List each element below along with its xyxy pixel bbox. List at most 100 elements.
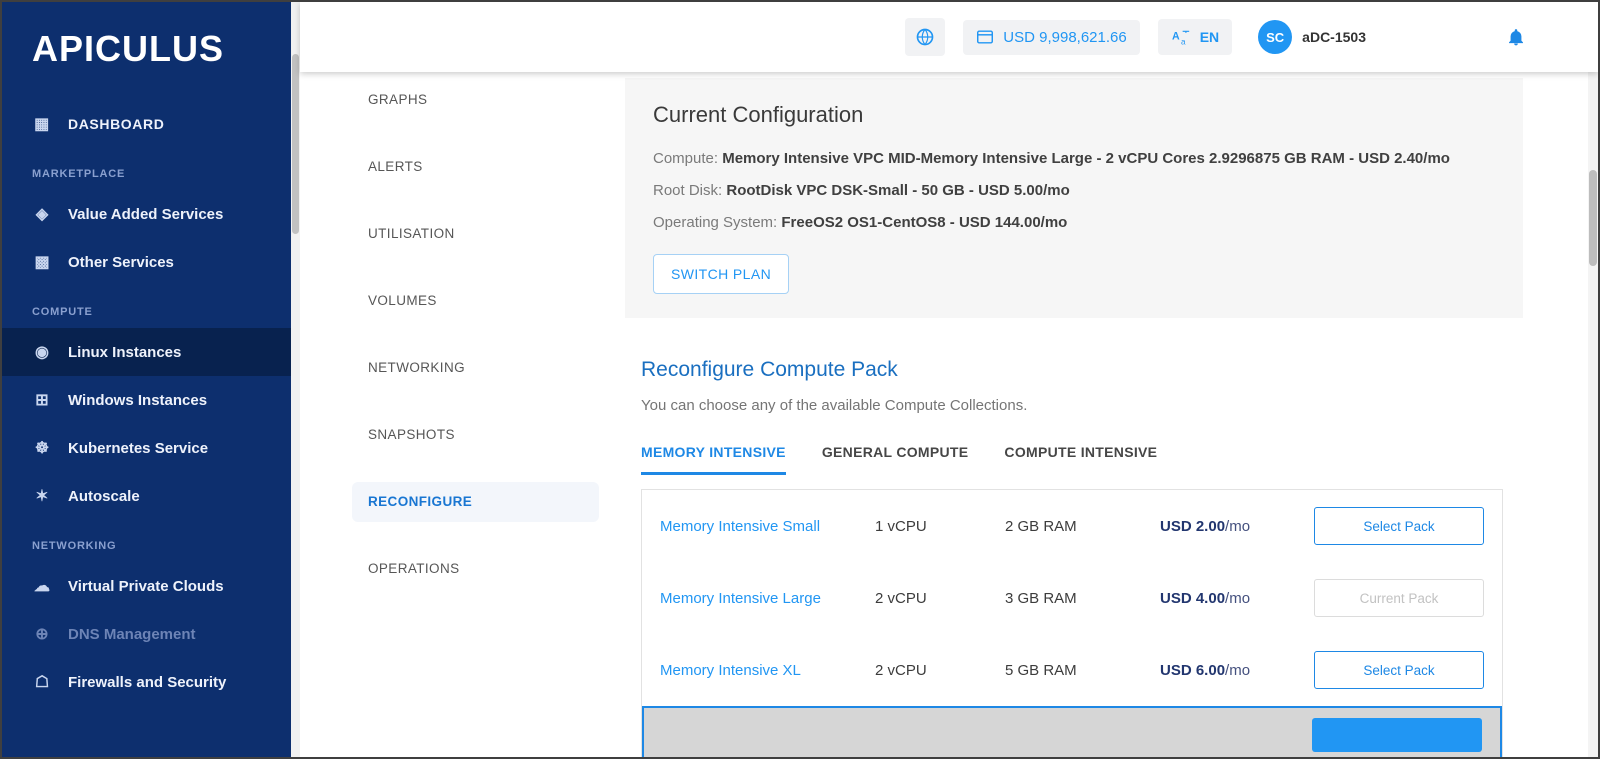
sidebar-item-autoscale[interactable]: ✶ Autoscale — [2, 472, 291, 520]
table-row: Memory Intensive Small 1 vCPU 2 GB RAM U… — [642, 490, 1502, 562]
sidebar-item-value-added-services[interactable]: ◈ Value Added Services — [2, 190, 291, 238]
current-configuration-panel: Current Configuration Compute: Memory In… — [625, 78, 1523, 318]
os-label: Operating System: — [653, 214, 782, 231]
bell-icon — [1509, 29, 1523, 46]
balance-button[interactable]: USD 9,998,621.66 — [963, 19, 1140, 55]
pack-price: USD 2.00/mo — [1160, 517, 1251, 535]
support-globe-button[interactable] — [905, 18, 946, 56]
pack-name-link[interactable]: Memory Intensive XL — [660, 662, 875, 679]
os-config-row: Operating System: FreeOS2 OS1-CentOS8 - … — [653, 214, 1495, 231]
sidebar-item-label: DASHBOARD — [68, 116, 165, 132]
subnav-item-reconfigure[interactable]: RECONFIGURE — [352, 482, 599, 522]
autoscale-icon: ✶ — [35, 488, 49, 505]
svg-text:a: a — [1181, 37, 1186, 46]
sidebar-item-label: Firewalls and Security — [68, 673, 227, 691]
other-services-icon: ▩ — [34, 254, 50, 271]
linux-instances-icon: ◉ — [35, 344, 49, 361]
sidebar-item-firewalls-and-security[interactable]: ☖ Firewalls and Security — [2, 658, 291, 706]
select-pack-button[interactable]: Select Pack — [1314, 507, 1484, 545]
sidebar-item-dashboard[interactable]: ▦ DASHBOARD — [2, 100, 291, 148]
reconfigure-subtitle: You can choose any of the available Comp… — [641, 397, 1028, 414]
subnav-item-networking[interactable]: NETWORKING — [352, 348, 599, 388]
pack-ram: 5 GB RAM — [1005, 661, 1077, 679]
os-value: FreeOS2 OS1-CentOS8 - USD 144.00/mo — [781, 214, 1068, 231]
pack-cpu: 1 vCPU — [875, 517, 927, 535]
account-balance: USD 9,998,621.66 — [1003, 28, 1127, 46]
pack-cpu: 2 vCPU — [875, 661, 927, 679]
sidebar-section-compute: COMPUTE — [32, 306, 93, 318]
sidebar-item-kubernetes-service[interactable]: ☸ Kubernetes Service — [2, 424, 291, 472]
language-button[interactable]: A a EN — [1157, 19, 1233, 55]
subnav-item-utilisation[interactable]: UTILISATION — [352, 214, 599, 254]
root-disk-label: Root Disk: — [653, 182, 727, 199]
value-added-services-icon: ◈ — [35, 206, 49, 223]
sidebar-section-marketplace: MARKETPLACE — [32, 168, 126, 180]
pack-price: USD 6.00/mo — [1160, 661, 1251, 679]
sidebar-item-label: Other Services — [68, 253, 174, 271]
pack-ram: 2 GB RAM — [1005, 517, 1077, 535]
root-disk-value: RootDisk VPC DSK-Small - 50 GB - USD 5.0… — [726, 182, 1070, 199]
avatar: SC — [1258, 20, 1293, 54]
sidebar-item-label: Linux Instances — [68, 343, 182, 361]
inner-scrollbar-thumb[interactable] — [292, 54, 299, 234]
compute-pack-table: Memory Intensive Small 1 vCPU 2 GB RAM U… — [641, 489, 1503, 757]
pack-price-per: /mo — [1225, 589, 1251, 607]
sidebar-item-label: Autoscale — [68, 487, 140, 505]
dns-icon: ⊕ — [35, 626, 49, 643]
sidebar-item-label: DNS Management — [68, 625, 196, 643]
account-name: aDC-1503 — [1302, 29, 1366, 45]
select-pack-button[interactable]: Select Pack — [1314, 651, 1484, 689]
tab-memory-intensive[interactable]: MEMORY INTENSIVE — [641, 444, 786, 475]
profile-menu[interactable]: SC aDC-1503 — [1258, 20, 1366, 54]
sidebar-item-label: Value Added Services — [68, 205, 224, 223]
current-configuration-title: Current Configuration — [653, 102, 864, 127]
reconfigure-page: Current Configuration Compute: Memory In… — [600, 72, 1598, 757]
reconfigure-title: Reconfigure Compute Pack — [641, 358, 898, 381]
sidebar-item-label: Windows Instances — [68, 391, 208, 409]
sidebar-section-networking: NETWORKING — [32, 540, 117, 552]
subnav-item-alerts[interactable]: ALERTS — [352, 147, 599, 187]
pack-name-link[interactable]: Memory Intensive Small — [660, 518, 875, 535]
pack-price-per: /mo — [1225, 517, 1251, 535]
globe-icon — [916, 28, 934, 46]
sidebar-item-virtual-private-clouds[interactable]: ☁ Virtual Private Clouds — [2, 562, 291, 610]
page-scrollbar[interactable] — [1588, 72, 1598, 757]
pack-ram: 3 GB RAM — [1005, 589, 1077, 607]
app-window: APICULUS ▦ DASHBOARD MARKETPLACE ◈ Value… — [0, 0, 1600, 759]
content: GRAPHS ALERTS UTILISATION VOLUMES NETWOR… — [300, 72, 1598, 757]
tab-compute-intensive[interactable]: COMPUTE INTENSIVE — [1004, 444, 1157, 475]
main-area: USD 9,998,621.66 A a EN SC aDC-1503 GRAP… — [300, 2, 1598, 757]
table-row-partial-selected[interactable] — [642, 706, 1502, 757]
table-row: Memory Intensive Large 2 vCPU 3 GB RAM U… — [642, 562, 1502, 634]
sidebar-item-dns-management[interactable]: ⊕ DNS Management — [2, 610, 291, 658]
subnav-item-graphs[interactable]: GRAPHS — [352, 80, 599, 120]
inner-scrollbar[interactable] — [291, 2, 300, 757]
vpc-icon: ☁ — [34, 578, 50, 595]
sidebar-item-linux-instances[interactable]: ◉ Linux Instances — [2, 328, 291, 376]
pack-price-per: /mo — [1225, 661, 1251, 679]
shield-icon: ☖ — [34, 674, 50, 691]
compute-label: Compute: — [653, 150, 723, 167]
sidebar-item-label: Kubernetes Service — [68, 439, 209, 457]
compute-value: Memory Intensive VPC MID-Memory Intensiv… — [722, 150, 1450, 167]
sidebar-item-windows-instances[interactable]: ⊞ Windows Instances — [2, 376, 291, 424]
subnav-item-volumes[interactable]: VOLUMES — [352, 281, 599, 321]
pack-price: USD 4.00/mo — [1160, 589, 1251, 607]
wallet-icon — [977, 30, 994, 44]
switch-plan-button[interactable]: SWITCH PLAN — [653, 254, 790, 294]
translate-icon: A a — [1172, 30, 1189, 46]
kubernetes-icon: ☸ — [34, 440, 50, 457]
subnav-item-operations[interactable]: OPERATIONS — [352, 549, 599, 589]
subnav-item-snapshots[interactable]: SNAPSHOTS — [352, 415, 599, 455]
notifications-button[interactable] — [1506, 26, 1526, 48]
pack-name-link[interactable]: Memory Intensive Large — [660, 590, 875, 607]
pack-cpu: 2 vCPU — [875, 589, 927, 607]
sidebar-item-other-services[interactable]: ▩ Other Services — [2, 238, 291, 286]
compute-config-row: Compute: Memory Intensive VPC MID-Memory… — [653, 150, 1495, 167]
page-scrollbar-thumb[interactable] — [1589, 170, 1597, 266]
root-disk-config-row: Root Disk: RootDisk VPC DSK-Small - 50 G… — [653, 182, 1495, 199]
sidebar: APICULUS ▦ DASHBOARD MARKETPLACE ◈ Value… — [2, 2, 291, 757]
select-pack-button[interactable] — [1312, 718, 1482, 752]
dashboard-icon: ▦ — [34, 116, 50, 133]
tab-general-compute[interactable]: GENERAL COMPUTE — [822, 444, 969, 475]
